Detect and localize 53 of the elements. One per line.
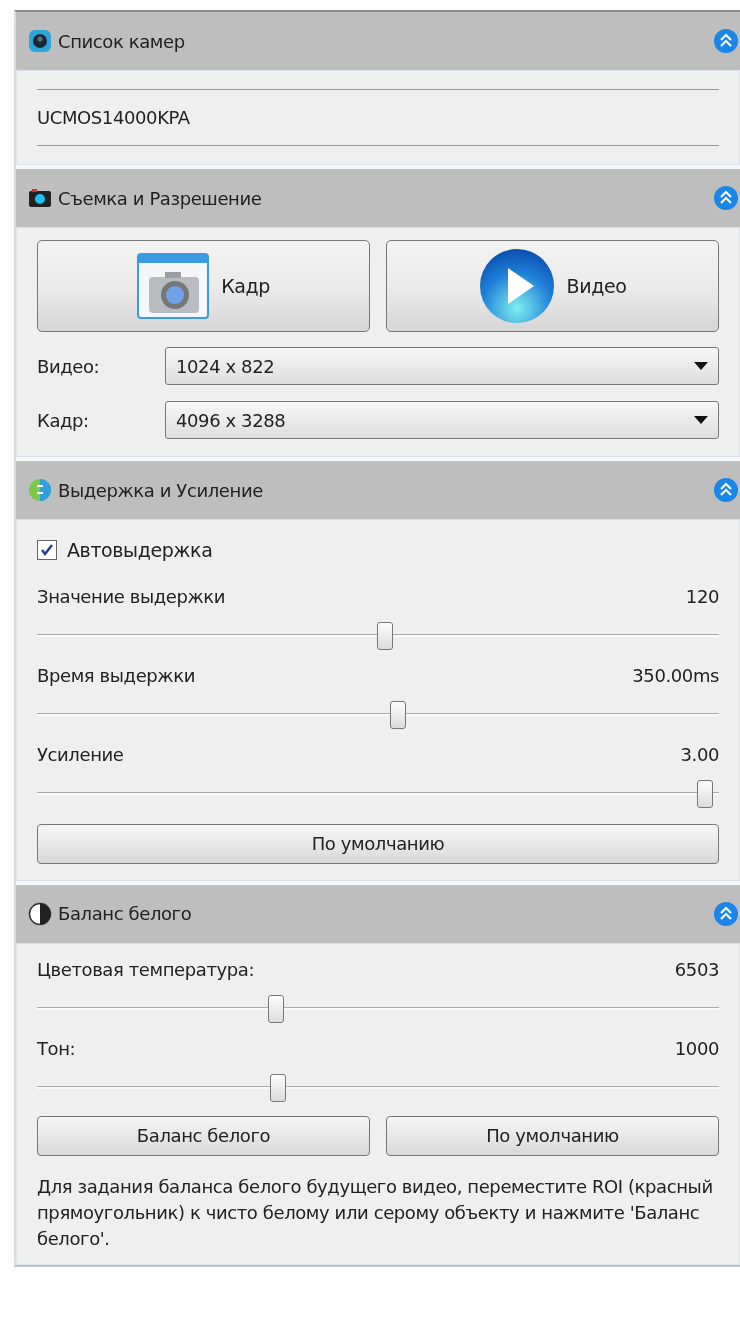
dropdown-arrow-icon: [694, 362, 708, 370]
slider-value: 3.00: [680, 742, 719, 767]
section-header[interactable]: Список камер: [16, 12, 740, 70]
slider-label: Значение выдержки: [37, 584, 226, 609]
section-header[interactable]: Выдержка и Усиление: [16, 461, 740, 519]
slider-thumb[interactable]: [376, 621, 393, 650]
slider-thumb[interactable]: [390, 700, 407, 729]
field-label: Кадр:: [37, 408, 90, 433]
slider-thumb[interactable]: [267, 994, 284, 1023]
push-button[interactable]: По умолчанию: [37, 823, 719, 864]
snapshot-button[interactable]: Кадр: [37, 240, 370, 332]
slider-value: 1000: [674, 1036, 719, 1061]
checkbox-label: Автовыдержка: [67, 538, 213, 563]
section-header[interactable]: Баланс белого: [16, 884, 740, 943]
webcam-icon: [28, 29, 52, 53]
resolution-dropdown[interactable]: 4096 x 3288: [165, 401, 719, 439]
collapse-icon[interactable]: [714, 186, 738, 210]
slider-track[interactable]: [37, 1071, 719, 1102]
camera-icon: [28, 187, 52, 209]
field-label: Видео:: [37, 354, 101, 379]
slider-label: Тон:: [37, 1036, 76, 1061]
resolution-dropdown[interactable]: 1024 x 822: [165, 347, 719, 385]
dropdown-arrow-icon: [694, 416, 708, 424]
slider-value: 350.00ms: [632, 663, 719, 688]
collapse-icon[interactable]: [714, 901, 738, 926]
exposure-icon: [28, 478, 52, 502]
push-button[interactable]: Баланс белого: [37, 1115, 370, 1156]
record-button[interactable]: Видео: [386, 240, 719, 332]
camera-list-item[interactable]: UCMOS14000KPA: [37, 90, 719, 145]
slider-value: 6503: [674, 957, 719, 982]
section-title: Съемка и Разрешение: [58, 186, 263, 211]
slider-thumb[interactable]: [270, 1073, 287, 1102]
play-icon: [478, 248, 555, 324]
slider-track[interactable]: [37, 992, 719, 1023]
push-button[interactable]: По умолчанию: [386, 1115, 719, 1156]
section-header[interactable]: Съемка и Разрешение: [16, 169, 740, 227]
camera-window-icon: [137, 253, 210, 319]
slider-label: Время выдержки: [37, 663, 195, 688]
slider-track[interactable]: [37, 619, 719, 650]
slider-value: 120: [685, 584, 719, 609]
checkbox[interactable]: [37, 540, 57, 561]
collapse-icon[interactable]: [714, 29, 738, 53]
section-title: Баланс белого: [58, 902, 193, 926]
slider-thumb[interactable]: [697, 779, 714, 808]
slider-track[interactable]: [37, 698, 719, 729]
slider-label: Цветовая температура:: [37, 957, 255, 982]
section-title: Выдержка и Усиление: [58, 478, 264, 503]
collapse-icon[interactable]: [714, 478, 738, 502]
contrast-icon: [28, 901, 52, 926]
slider-label: Усиление: [37, 742, 124, 767]
slider-track[interactable]: [37, 777, 719, 808]
instruction-text: Для задания баланса белого будущего видео, переместите ROI (красный прямоугольник) к чисто белому или серому объекту и нажмите 'Баланс белого'.: [37, 1174, 714, 1251]
section-title: Список камер: [58, 29, 186, 54]
